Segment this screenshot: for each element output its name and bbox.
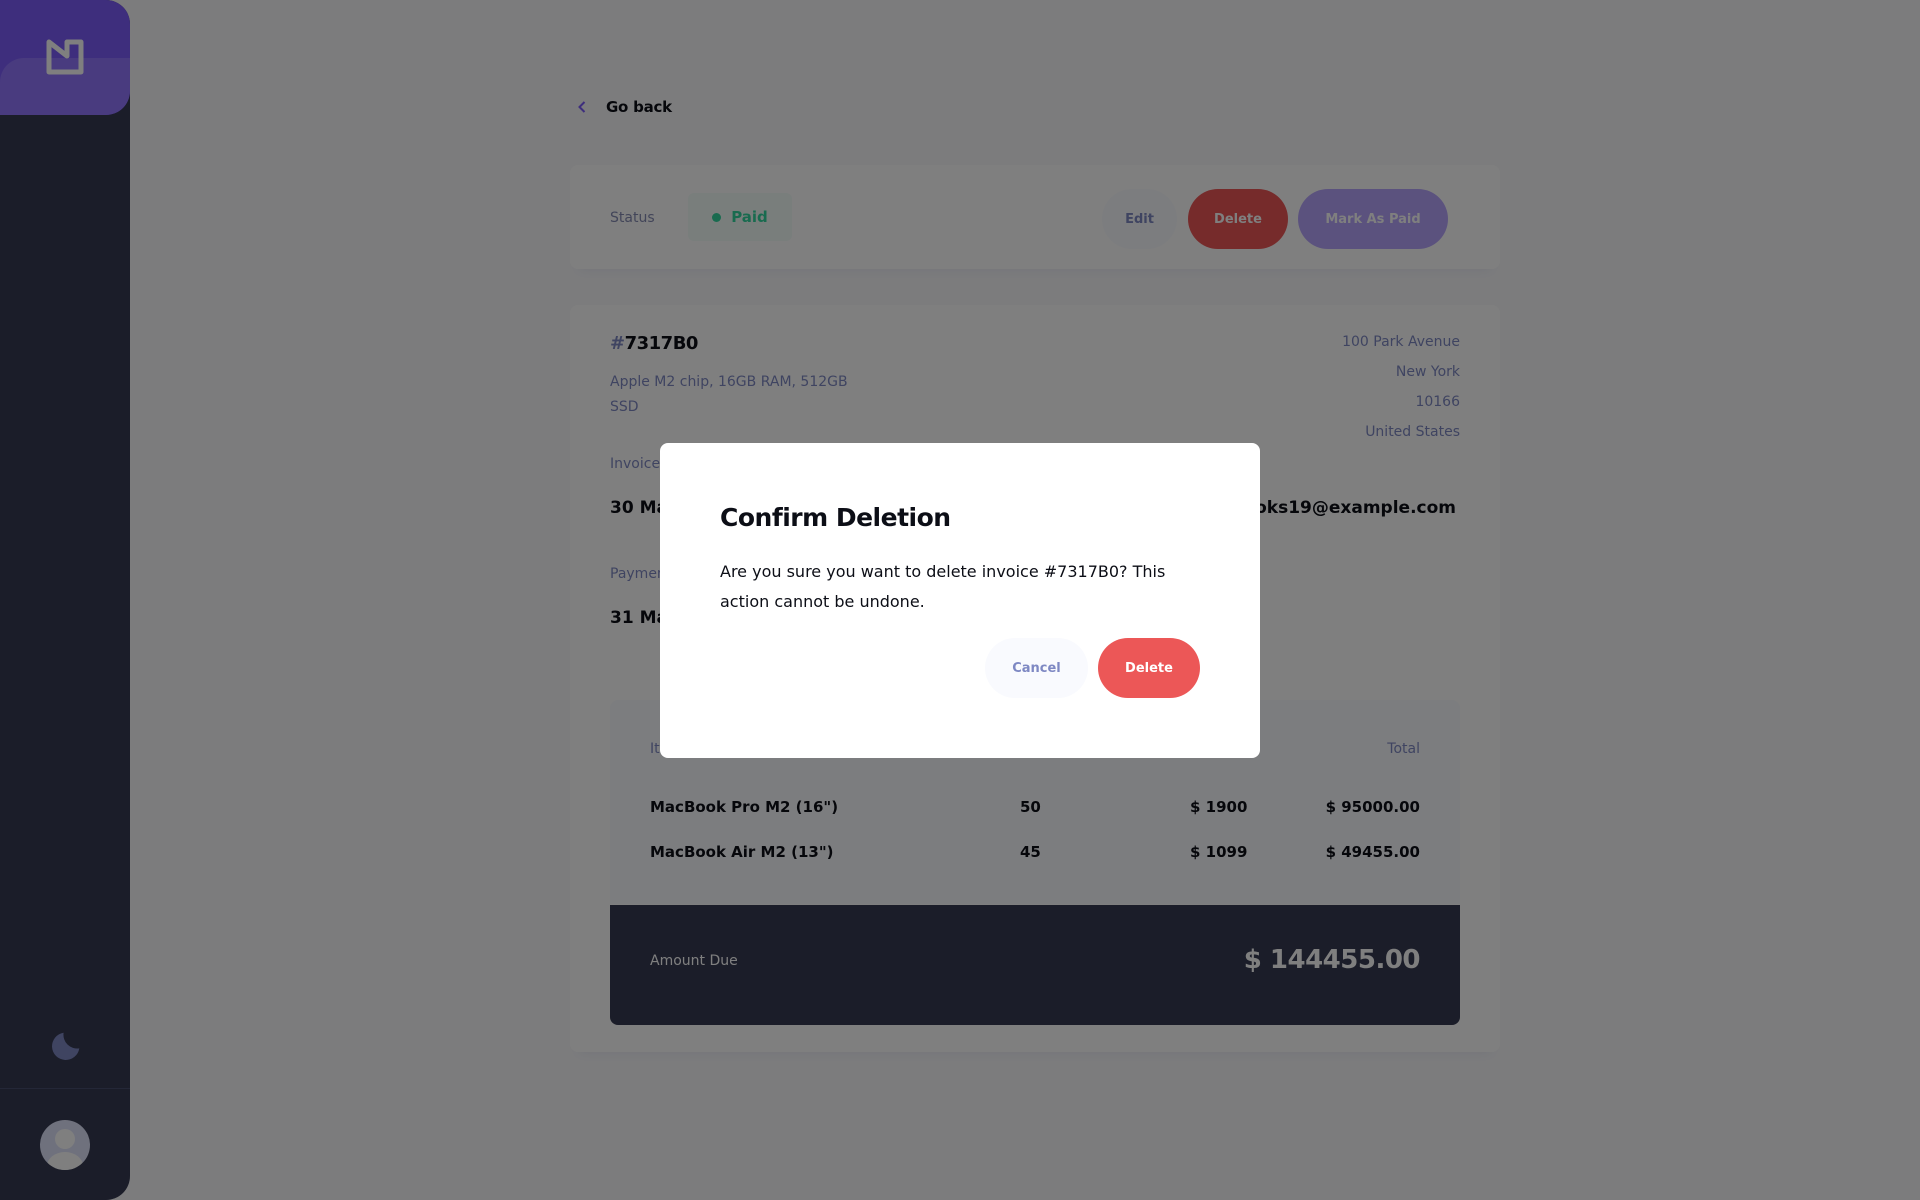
dialog-title: Confirm Deletion [720,503,951,532]
cancel-button[interactable]: Cancel [985,638,1088,698]
dialog-message: Are you sure you want to delete invoice … [720,562,1166,611]
confirm-delete-dialog: Confirm Deletion Are you sure you want t… [660,443,1260,758]
confirm-delete-button[interactable]: Delete [1098,638,1200,698]
